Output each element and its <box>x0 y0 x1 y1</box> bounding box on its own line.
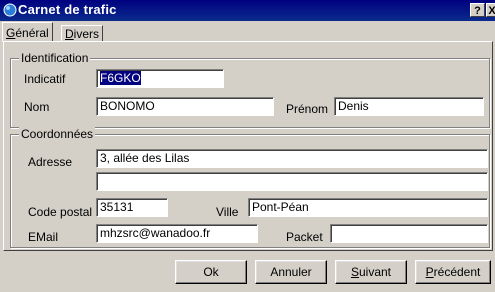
precedent-label: récédent <box>433 265 481 279</box>
tab-divers-label: ivers <box>73 27 100 41</box>
tab-divers-accel: D <box>65 27 74 41</box>
ville-label: Ville <box>216 205 239 219</box>
identification-legend: Identification <box>19 51 91 65</box>
nom-label: Nom <box>24 100 50 114</box>
close-button[interactable]: X <box>486 3 495 17</box>
help-button[interactable]: ? <box>470 3 485 17</box>
tab-strip: Général Divers <box>0 22 495 42</box>
ville-field[interactable]: Pont-Péan <box>248 198 488 217</box>
button-bar: Ok Annuler Suivant Précédent <box>0 254 495 292</box>
identification-group: Identification <box>10 51 490 128</box>
tab-general[interactable]: Général <box>2 22 53 42</box>
indicatif-field[interactable]: F6GKO <box>96 69 224 88</box>
tab-general-label: énéral <box>15 26 49 40</box>
tab-panel: Identification Indicatif F6GKO Nom BONOM… <box>3 41 493 251</box>
app-icon <box>3 3 17 17</box>
indicatif-value: F6GKO <box>100 71 141 85</box>
packet-label: Packet <box>286 230 323 244</box>
adresse-line1-field[interactable]: 3, allée des Lilas <box>96 149 488 168</box>
prenom-label: Prénom <box>286 102 329 116</box>
email-label: EMail <box>28 230 59 244</box>
window-title: Carnet de trafic <box>18 2 117 17</box>
code-postal-field[interactable]: 35131 <box>96 198 168 217</box>
title-bar[interactable]: Carnet de trafic ? X <box>0 0 495 21</box>
tab-general-accel: G <box>6 26 16 40</box>
indicatif-label: Indicatif <box>24 72 66 86</box>
code-postal-label: Code postal <box>28 205 93 219</box>
suivant-label: uivant <box>358 265 392 279</box>
prenom-field[interactable]: Denis <box>334 97 484 116</box>
annuler-button[interactable]: Annuler <box>255 260 327 284</box>
nom-field[interactable]: BONOMO <box>96 97 274 116</box>
email-field[interactable]: mhzsrc@wanadoo.fr <box>96 224 258 243</box>
adresse-line2-field[interactable] <box>96 172 488 191</box>
packet-field[interactable] <box>330 224 488 243</box>
precedent-accel: P <box>425 265 434 279</box>
dialog-window: Carnet de trafic ? X Général Divers Iden… <box>0 0 495 292</box>
suivant-accel: S <box>350 265 359 279</box>
precedent-button[interactable]: Précédent <box>415 260 491 284</box>
ok-button[interactable]: Ok <box>175 260 247 284</box>
tab-divers[interactable]: Divers <box>61 25 104 42</box>
suivant-button[interactable]: Suivant <box>335 260 407 284</box>
coordonnees-legend: Coordonnées <box>19 127 96 141</box>
adresse-label: Adresse <box>28 155 73 169</box>
